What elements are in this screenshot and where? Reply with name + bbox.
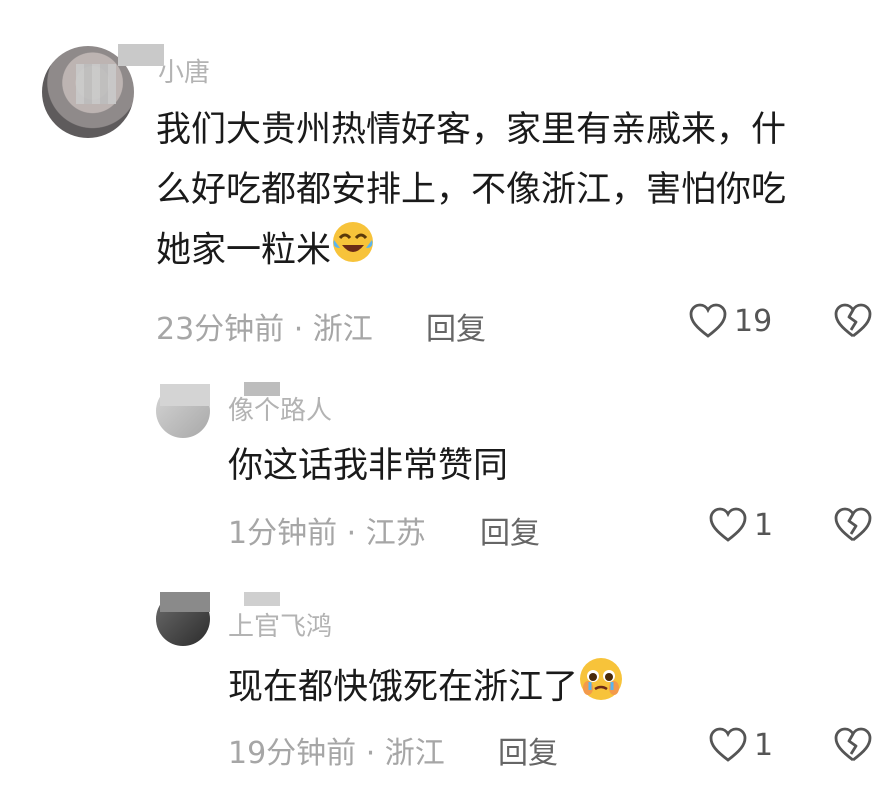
meta-time-location: 19分钟前 · 浙江 (228, 736, 445, 771)
like-button[interactable]: 1 (708, 726, 773, 764)
like-count: 1 (754, 727, 774, 763)
comment-text: 我们大贵州热情好客，家里有亲戚来，什 么好吃都都安排上，不像浙江，害怕你吃 她家… (156, 100, 786, 283)
like-count: 1 (754, 507, 774, 543)
heart-icon (708, 726, 748, 764)
broken-heart-icon (833, 726, 873, 764)
username[interactable]: 上官飞鸿 (228, 606, 332, 643)
reply-button[interactable]: 回复 (480, 508, 540, 552)
heart-icon (708, 506, 748, 544)
dislike-button[interactable] (833, 302, 873, 340)
comment-text: 你这话我非常赞同 (228, 446, 509, 486)
username[interactable]: 小唐 (158, 52, 210, 89)
like-count: 19 (734, 303, 773, 339)
like-button[interactable]: 1 (708, 506, 773, 544)
meta-time-location: 23分钟前 · 浙江 (156, 312, 373, 347)
comment-text: 现在都快饿死在浙江了 (228, 656, 624, 721)
dislike-button[interactable] (833, 506, 873, 544)
heart-icon (688, 302, 728, 340)
like-button[interactable]: 19 (688, 302, 772, 340)
laughing-crying-emoji (331, 220, 375, 283)
dislike-button[interactable] (833, 726, 873, 764)
username[interactable]: 像个路人 (228, 390, 332, 427)
reply-button[interactable]: 回复 (426, 304, 486, 348)
broken-heart-icon (833, 506, 873, 544)
broken-heart-icon (833, 302, 873, 340)
meta-time-location: 1分钟前 · 江苏 (228, 516, 426, 551)
reply-button[interactable]: 回复 (498, 728, 558, 772)
pleading-face-emoji (578, 656, 624, 721)
